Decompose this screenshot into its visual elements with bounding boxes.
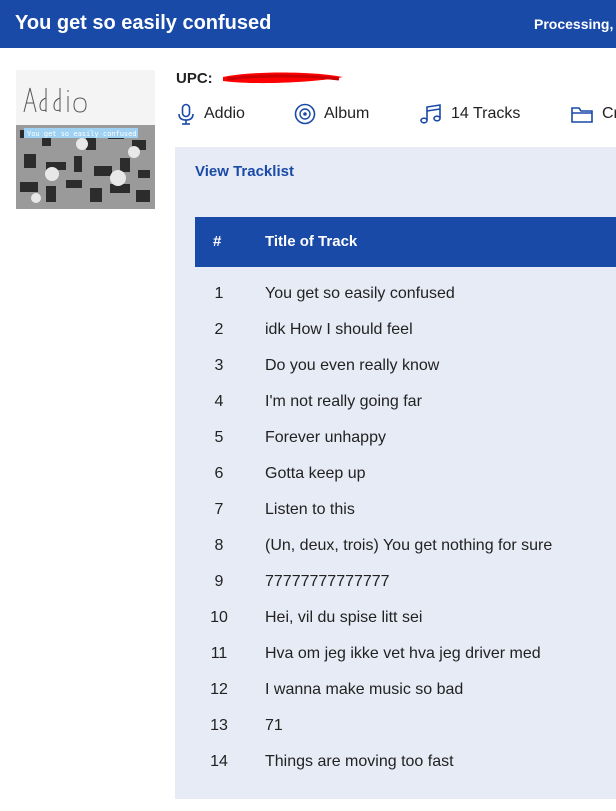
upc-row: UPC: [176,70,345,87]
music-note-icon [420,104,441,124]
track-number: 11 [210,645,228,662]
track-title: idk How I should feel [265,321,413,338]
meta-type-label: Album [324,105,370,122]
track-number: 10 [210,609,228,626]
upc-label: UPC: [176,70,213,87]
meta-tracks[interactable]: 14 Tracks [419,100,520,128]
table-row[interactable]: 12 I wanna make music so bad [195,672,616,708]
column-header-title: Title of Track [265,233,358,250]
track-number: 8 [214,537,224,554]
upc-redaction [222,72,343,84]
view-tracklist-link[interactable]: View Tracklist [195,163,294,180]
track-number: 6 [214,465,224,482]
table-row[interactable]: 5 Forever unhappy [195,420,616,456]
track-title: (Un, deux, trois) You get nothing for su… [265,537,553,554]
svg-text:You get so easily confused: You get so easily confused [27,130,137,138]
meta-artist-label: Addio [204,105,245,122]
table-row[interactable]: 4 I'm not really going far [195,384,616,420]
track-title: You get so easily confused [265,285,455,302]
table-row[interactable]: 8 (Un, deux, trois) You get nothing for s… [195,528,616,564]
track-title: 77777777777777 [265,573,390,590]
top-bar: You get so easily confused Processing, [0,0,616,48]
meta-tracks-label: 14 Tracks [451,105,521,122]
track-title: 71 [265,717,283,734]
meta-extra[interactable]: Cr [570,100,616,128]
track-title: Forever unhappy [265,429,386,446]
track-number: 9 [214,573,224,590]
table-row[interactable]: 9 77777777777777 [195,564,616,600]
column-header-number: # [213,233,222,250]
track-number: 14 [210,753,228,770]
table-row[interactable]: 7 Listen to this [195,492,616,528]
table-row[interactable]: 10 Hei, vil du spise litt sei [195,600,616,636]
tracklist-panel: View Tracklist # Title of Track 1 You get… [175,147,616,799]
table-row[interactable]: 11 Hva om jeg ikke vet hva jeg driver med [195,636,616,672]
track-title: I'm not really going far [265,393,422,410]
track-number: 5 [214,429,224,446]
track-title: Things are moving too fast [265,753,454,770]
album-cover-art: You get so easily confused [16,70,155,209]
track-number: 1 [214,285,224,302]
album-meta-row: Addio Album 14 Tracks Cr [0,100,616,130]
track-title: I wanna make music so bad [265,681,464,698]
track-title: Hei, vil du spise litt sei [265,609,423,626]
table-row[interactable]: 13 71 [195,708,616,744]
table-row[interactable]: 2 idk How I should feel [195,312,616,348]
tracklist-header: # Title of Track [195,217,616,267]
track-number: 13 [210,717,228,734]
track-title: Hva om jeg ikke vet hva jeg driver med [265,645,541,662]
table-row[interactable]: 3 Do you even really know [195,348,616,384]
track-number: 3 [214,357,224,374]
track-number: 2 [214,321,224,338]
processing-status: Processing, [534,16,614,32]
meta-extra-label: Cr [602,105,616,122]
table-row[interactable]: 14 Things are moving too fast [195,744,616,780]
track-title: Gotta keep up [265,465,366,482]
table-row[interactable]: 6 Gotta keep up [195,456,616,492]
page-title: You get so easily confused [15,12,272,34]
tracklist-rows: 1 You get so easily confused 2 idk How I sh… [195,276,616,780]
vinyl-icon [294,103,316,125]
meta-type[interactable]: Album [294,100,369,128]
table-row[interactable]: 1 You get so easily confused [195,276,616,312]
meta-artist[interactable]: Addio [176,100,245,128]
track-title: Listen to this [265,501,355,518]
track-title: Do you even really know [265,357,440,374]
folder-icon [571,107,593,123]
microphone-icon [178,103,194,125]
track-number: 12 [210,681,228,698]
track-number: 4 [214,393,224,410]
track-number: 7 [214,501,224,518]
album-cover: You get so easily confused [16,70,155,209]
